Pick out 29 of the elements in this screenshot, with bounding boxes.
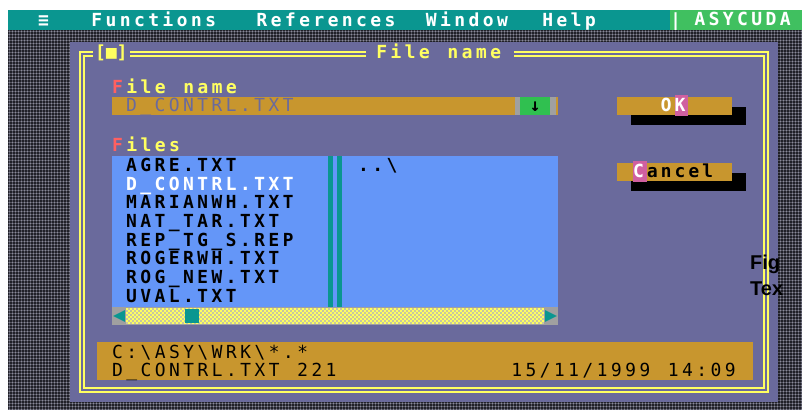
- menu-icon[interactable]: ≡: [38, 10, 52, 30]
- scroll-left-icon[interactable]: [112, 310, 126, 322]
- file-date: 15/11/1999 14:09: [511, 362, 739, 380]
- scroll-thumb[interactable]: [185, 309, 199, 323]
- file-list-item[interactable]: ROGERWH.TXT: [112, 250, 328, 270]
- menu-item[interactable]: References: [256, 10, 399, 30]
- file-name-field[interactable]: D_CONTRL.TXT ↓: [112, 97, 558, 115]
- menu-separator: |: [670, 10, 684, 30]
- scroll-right-icon[interactable]: [544, 310, 558, 322]
- close-box[interactable]: [■]: [93, 42, 130, 63]
- menu-item[interactable]: Help: [542, 10, 600, 30]
- field-label: F ile name: [112, 79, 240, 96]
- horizontal-scrollbar[interactable]: [112, 307, 558, 325]
- ok-button[interactable]: O K: [617, 97, 732, 115]
- file-list-item[interactable]: UVAL.TXT: [112, 288, 328, 306]
- list-label: F iles: [112, 137, 184, 154]
- file-details: D_CONTRL.TXT 221: [112, 362, 340, 380]
- file-list-item[interactable]: NAT_TAR.TXT: [112, 213, 328, 232]
- app-title: ASYCUDA: [684, 10, 802, 30]
- file-list-item[interactable]: REP_TG_S.REP: [112, 232, 328, 250]
- menu-item[interactable]: Window: [426, 10, 512, 30]
- menu-item[interactable]: Functions: [91, 10, 220, 30]
- file-list-item[interactable]: ..\: [358, 157, 558, 176]
- path-text: C:\ASY\WRK\*.*: [112, 344, 312, 362]
- file-list-item[interactable]: AGRE.TXT: [112, 157, 328, 176]
- file-list-item[interactable]: ROG_NEW.TXT: [112, 269, 328, 288]
- cancel-button[interactable]: C ancel: [617, 163, 732, 181]
- dropdown-button[interactable]: ↓: [515, 97, 556, 115]
- file-list-item[interactable]: MARIANWH.TXT: [112, 194, 328, 214]
